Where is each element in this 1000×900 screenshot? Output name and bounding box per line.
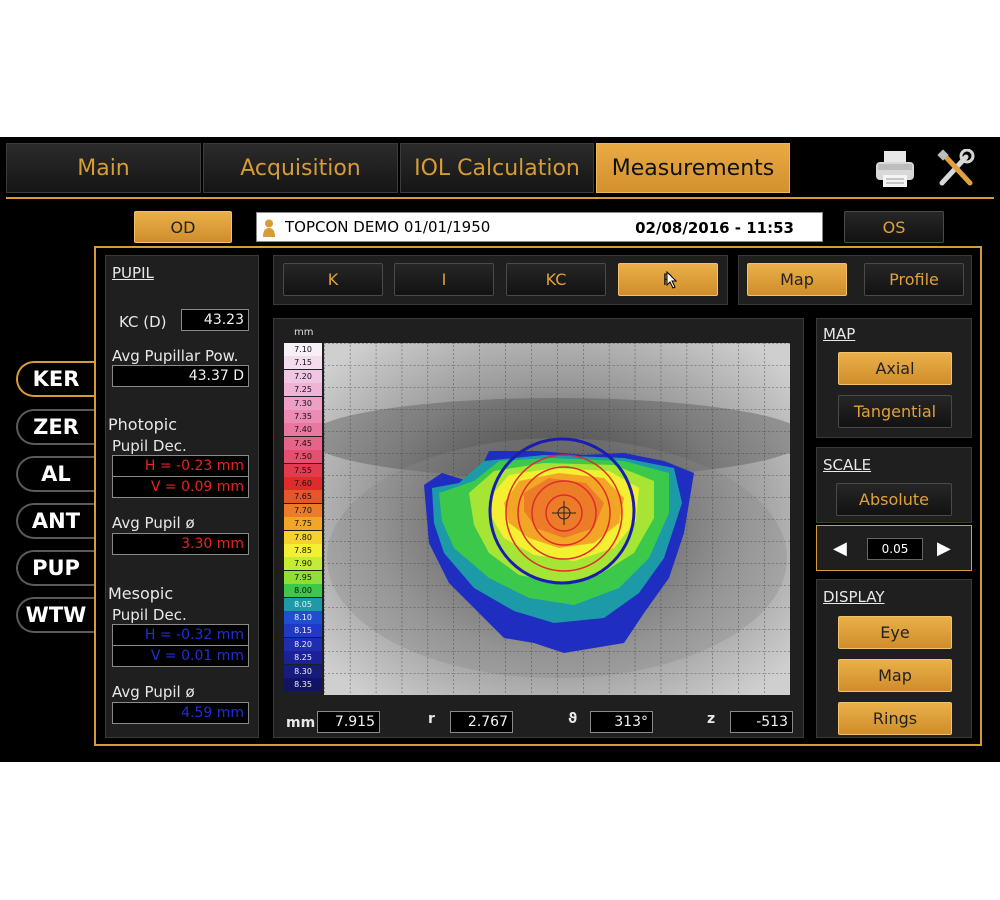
mesopic-h-value: H = -0.32 mm: [112, 624, 249, 646]
color-scale-cell: 8.20: [284, 637, 322, 651]
avg-pupillar-pow-label: Avg Pupillar Pow.: [112, 347, 239, 365]
readout-z-value: -513: [730, 711, 793, 733]
readout-r-label: r: [428, 711, 435, 727]
color-scale-legend: 7.10 7.15 7.20 7.25 7.30 7.35 7.40 7.45 7.50 7.55…: [284, 343, 322, 691]
color-scale-cell: 8.00: [284, 584, 322, 598]
display-eye-button[interactable]: Eye: [838, 616, 952, 649]
od-button[interactable]: OD: [134, 211, 232, 243]
side-tab-ker[interactable]: KER: [16, 361, 94, 397]
color-scale-cell: 7.40: [284, 423, 322, 437]
tools-icon[interactable]: [936, 148, 976, 189]
color-scale-cell: 7.70: [284, 503, 322, 517]
mouse-cursor-icon: [666, 270, 678, 289]
eye-topography-image: [324, 343, 790, 695]
color-scale-cell: 7.75: [284, 517, 322, 531]
scale-section-title: SCALE: [823, 456, 872, 474]
patient-name: TOPCON DEMO 01/01/1950: [285, 218, 491, 236]
side-tab-pup[interactable]: PUP: [16, 550, 94, 586]
patient-bar: TOPCON DEMO 01/01/1950 02/08/2016 - 11:5…: [256, 212, 823, 242]
mode-i-button[interactable]: I: [394, 263, 494, 296]
photopic-h-value: H = -0.23 mm: [112, 455, 249, 477]
color-scale-cell: 8.30: [284, 664, 322, 678]
scale-step-value: 0.05: [867, 538, 923, 560]
exam-datetime: 02/08/2016 - 11:53: [635, 219, 794, 237]
color-scale-cell: 8.25: [284, 651, 322, 665]
readout-theta-value: 313°: [590, 711, 653, 733]
color-scale-cell: 7.35: [284, 410, 322, 423]
scale-decrease-icon[interactable]: ◀: [833, 538, 847, 559]
photopic-v-value: V = 0.09 mm: [112, 476, 249, 498]
photopic-avg-value: 3.30 mm: [112, 533, 249, 555]
color-scale-cell: 7.30: [284, 396, 322, 410]
color-scale-cell: 8.35: [284, 678, 322, 691]
display-map-button[interactable]: Map: [838, 659, 952, 692]
mesopic-title: Mesopic: [108, 584, 174, 603]
mesopic-v-value: V = 0.01 mm: [112, 645, 249, 667]
absolute-scale-button[interactable]: Absolute: [836, 483, 952, 516]
app-screen: Main Acquisition IOL Calculation Measure…: [0, 137, 1000, 762]
tab-measurements[interactable]: Measurements: [596, 143, 790, 193]
color-scale-cell: 7.55: [284, 463, 322, 477]
tab-main[interactable]: Main: [6, 143, 201, 193]
color-scale-cell: 7.90: [284, 557, 322, 571]
pupil-panel: PUPIL KC (D) 43.23 Avg Pupillar Pow. 43.…: [105, 255, 259, 738]
color-scale-cell: 7.25: [284, 383, 322, 397]
header-divider: [6, 197, 994, 199]
photopic-avg-label: Avg Pupil ø: [112, 514, 195, 532]
printer-icon[interactable]: [874, 149, 916, 189]
display-section-title: DISPLAY: [823, 588, 885, 606]
photopic-title: Photopic: [108, 415, 178, 434]
color-scale-cell: 7.10: [284, 343, 322, 356]
photopic-dec-label: Pupil Dec.: [112, 437, 187, 455]
color-scale-cell: 7.20: [284, 369, 322, 383]
color-scale-cell: 7.50: [284, 450, 322, 464]
os-button[interactable]: OS: [844, 211, 944, 243]
axial-button[interactable]: Axial: [838, 352, 952, 385]
readout-r-value: 2.767: [450, 711, 513, 733]
color-scale-cell: 7.80: [284, 530, 322, 544]
avg-pupillar-pow-value: 43.37 D: [112, 365, 249, 387]
side-tab-zer[interactable]: ZER: [16, 409, 94, 445]
color-scale-cell: 7.95: [284, 570, 322, 584]
side-tab-ant[interactable]: ANT: [16, 503, 94, 539]
color-scale-cell: 7.85: [284, 544, 322, 557]
tangential-button[interactable]: Tangential: [838, 395, 952, 428]
view-profile-button[interactable]: Profile: [864, 263, 964, 296]
color-scale-cell: 8.15: [284, 624, 322, 638]
readout-z-label: z: [707, 711, 716, 727]
mesopic-avg-value: 4.59 mm: [112, 702, 249, 724]
mesopic-dec-label: Pupil Dec.: [112, 606, 187, 624]
side-tab-al[interactable]: AL: [16, 456, 94, 492]
scale-increase-icon[interactable]: ▶: [937, 538, 951, 559]
view-map-button[interactable]: Map: [747, 263, 847, 296]
color-scale-cell: 7.45: [284, 436, 322, 450]
patient-icon: [263, 219, 275, 237]
topography-map-panel: mm 7.10 7.15 7.20 7.25 7.30 7.35 7.40 7.45 7.50 7…: [273, 318, 804, 738]
mesopic-avg-label: Avg Pupil ø: [112, 683, 195, 701]
readout-theta-label: ϑ: [568, 711, 578, 727]
readout-mm-label: mm: [286, 715, 316, 731]
mode-kc-button[interactable]: KC: [506, 263, 606, 296]
map-section-title: MAP: [823, 325, 856, 343]
color-scale-cell: 8.05: [284, 597, 322, 611]
color-scale-unit: mm: [294, 327, 314, 338]
side-tab-wtw[interactable]: WTW: [16, 597, 94, 633]
pupil-section-title: PUPIL: [112, 264, 154, 282]
tab-acquisition[interactable]: Acquisition: [203, 143, 398, 193]
tab-iol-calculation[interactable]: IOL Calculation: [400, 143, 594, 193]
kc-value: 43.23: [181, 309, 249, 331]
mode-k-button[interactable]: K: [283, 263, 383, 296]
color-scale-cell: 8.10: [284, 611, 322, 624]
scale-step-control: ◀ 0.05 ▶: [816, 525, 972, 571]
display-rings-button[interactable]: Rings: [838, 702, 952, 735]
kc-label: KC (D): [119, 313, 167, 331]
color-scale-cell: 7.65: [284, 490, 322, 504]
color-scale-cell: 7.60: [284, 477, 322, 490]
color-scale-cell: 7.15: [284, 356, 322, 370]
readout-mm-value: 7.915: [317, 711, 380, 733]
